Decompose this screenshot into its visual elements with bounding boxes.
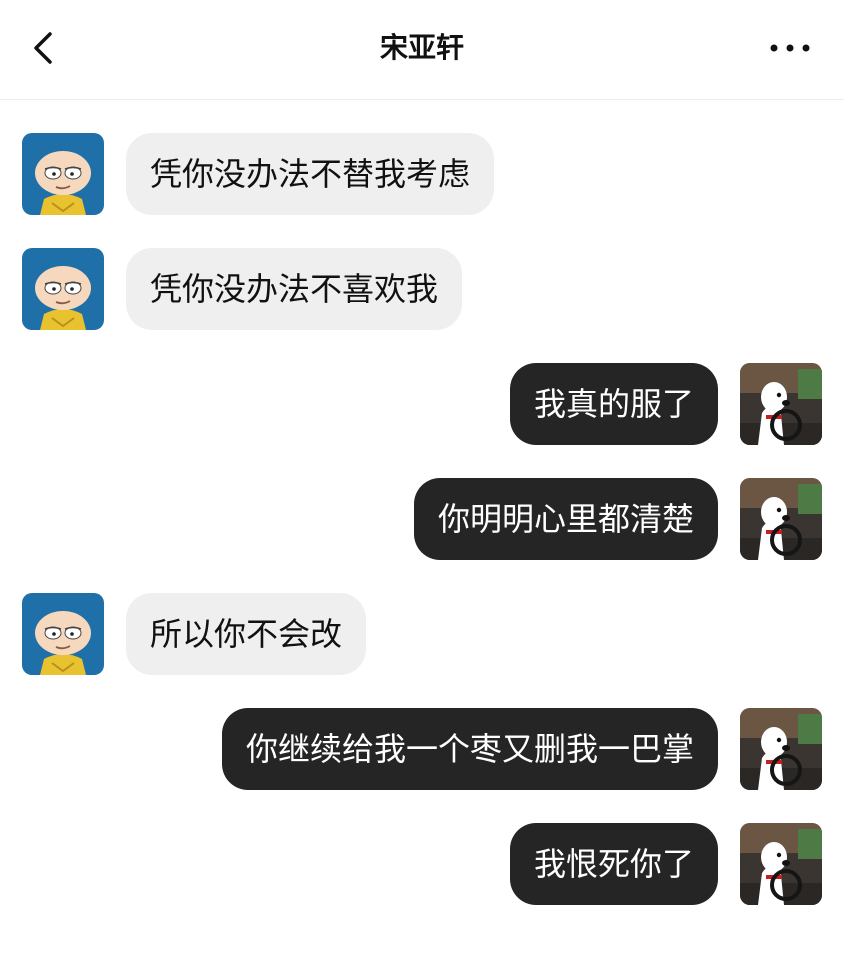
message-row: 你明明心里都清楚 (0, 478, 844, 560)
message-row: 所以你不会改 (0, 593, 844, 675)
message-row: 我真的服了 (0, 363, 844, 445)
incoming-message-bubble[interactable]: 凭你没办法不替我考虑 (126, 133, 495, 215)
chat-title: 宋亚轩 (379, 31, 464, 64)
user-avatar[interactable] (740, 478, 822, 560)
cartoon-dog-driving-avatar-icon (740, 478, 822, 560)
incoming-message-bubble[interactable]: 凭你没办法不喜欢我 (126, 248, 463, 330)
incoming-message-bubble[interactable]: 所以你不会改 (126, 593, 367, 675)
contact-avatar[interactable] (22, 248, 104, 330)
cartoon-baby-avatar-icon (22, 593, 104, 675)
user-avatar[interactable] (740, 823, 822, 905)
cartoon-dog-driving-avatar-icon (740, 708, 822, 790)
message-row: 凭你没办法不喜欢我 (0, 248, 844, 330)
contact-avatar[interactable] (22, 593, 104, 675)
cartoon-baby-avatar-icon (22, 133, 104, 215)
cartoon-dog-driving-avatar-icon (740, 363, 822, 445)
outgoing-message-bubble[interactable]: 我恨死你了 (509, 823, 718, 905)
message-row: 你继续给我一个枣又删我一巴掌 (0, 708, 844, 790)
outgoing-message-bubble[interactable]: 你继续给我一个枣又删我一巴掌 (221, 708, 718, 790)
message-row: 凭你没办法不替我考虑 (0, 133, 844, 215)
outgoing-message-bubble[interactable]: 你明明心里都清楚 (413, 478, 718, 560)
chat-header: 宋亚轩 (0, 0, 844, 100)
message-row: 我恨死你了 (0, 823, 844, 905)
cartoon-dog-driving-avatar-icon (740, 823, 822, 905)
user-avatar[interactable] (740, 708, 822, 790)
contact-avatar[interactable] (22, 133, 104, 215)
more-horizontal-icon (770, 44, 810, 52)
cartoon-baby-avatar-icon (22, 248, 104, 330)
user-avatar[interactable] (740, 363, 822, 445)
outgoing-message-bubble[interactable]: 我真的服了 (509, 363, 718, 445)
more-options-button[interactable] (768, 34, 814, 62)
